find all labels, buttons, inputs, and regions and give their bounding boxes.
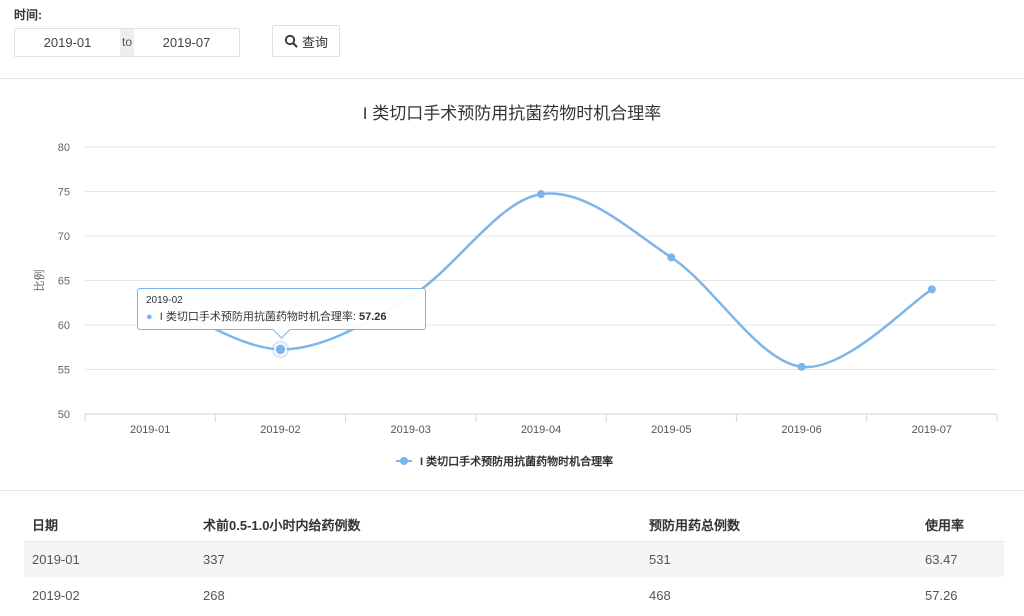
line-chart: I 类切口手术预防用抗菌药物时机合理率 50 55 60 65 70 75 80 比例 2019-…	[32, 104, 998, 468]
x-tick-label: 2019-05	[651, 424, 691, 436]
y-tick-label: 75	[58, 187, 70, 199]
y-tick-label: 55	[58, 365, 70, 377]
end-date-input[interactable]	[134, 29, 239, 56]
start-date-input[interactable]	[15, 29, 120, 56]
data-point	[797, 362, 806, 371]
y-tick-label: 50	[58, 409, 70, 421]
data-point	[537, 190, 545, 199]
search-icon	[284, 34, 298, 48]
x-tick-label: 2019-04	[521, 424, 561, 436]
x-tick-label: 2019-06	[781, 424, 821, 436]
y-tick-label: 80	[58, 142, 70, 154]
y-tick-label: 60	[58, 320, 70, 332]
table-header-row: 日期 术前0.5-1.0小时内给药例数 预防用药总例数 使用率	[24, 508, 1004, 542]
table-header-cell: 日期	[24, 508, 195, 542]
y-tick-label: 65	[58, 276, 70, 288]
chart-tooltip: 2019-02 ● I 类切口手术预防用抗菌药物时机合理率: 57.26	[137, 288, 426, 339]
data-point	[927, 285, 936, 294]
header-divider	[0, 78, 1024, 79]
data-point-highlighted	[274, 343, 287, 356]
table-header-cell: 术前0.5-1.0小时内给药例数	[195, 508, 641, 542]
chart-title: I 类切口手术预防用抗菌药物时机合理率	[363, 104, 661, 123]
table-cell: 531	[641, 541, 917, 578]
date-range-picker[interactable]: to	[14, 28, 240, 57]
tooltip-series-marker: ●	[146, 311, 153, 323]
table-row: 2019-01 337 531 63.47	[24, 541, 1004, 578]
date-separator: to	[120, 29, 134, 56]
y-axis-label: 比例	[32, 270, 46, 292]
legend-label: I 类切口手术预防用抗菌药物时机合理率	[420, 454, 613, 468]
chart-table-divider	[0, 490, 1024, 491]
x-tick-label: 2019-03	[391, 424, 431, 436]
table-cell: 337	[195, 541, 641, 578]
table-header-cell: 使用率	[917, 508, 1004, 542]
x-tick-label: 2019-02	[260, 424, 300, 436]
query-button-label: 查询	[301, 34, 328, 50]
y-tick-label: 70	[58, 231, 70, 243]
data-table: 日期 术前0.5-1.0小时内给药例数 预防用药总例数 使用率 2019-01 337 5…	[24, 508, 1004, 614]
legend-marker	[400, 457, 408, 465]
table-cell: 468	[641, 577, 917, 614]
tooltip-series-name: I 类切口手术预防用抗菌药物时机合理率	[159, 311, 353, 323]
time-filter-label: 时间:	[14, 8, 42, 22]
table-cell: 268	[195, 577, 641, 614]
table-cell: 2019-02	[24, 577, 195, 614]
query-button[interactable]: 查询	[272, 25, 340, 57]
table-row: 2019-02 268 468 57.26	[24, 577, 1004, 614]
tooltip-value: 57.26	[358, 311, 387, 323]
table-cell: 2019-01	[24, 541, 195, 578]
table-cell: 63.47	[917, 541, 1004, 578]
data-point	[667, 253, 676, 262]
x-tick-label: 2019-01	[130, 424, 170, 436]
tooltip-date: 2019-02	[146, 295, 183, 306]
x-tick-label: 2019-07	[912, 424, 952, 436]
table-cell: 57.26	[917, 577, 1004, 614]
table-header-cell: 预防用药总例数	[641, 508, 917, 542]
